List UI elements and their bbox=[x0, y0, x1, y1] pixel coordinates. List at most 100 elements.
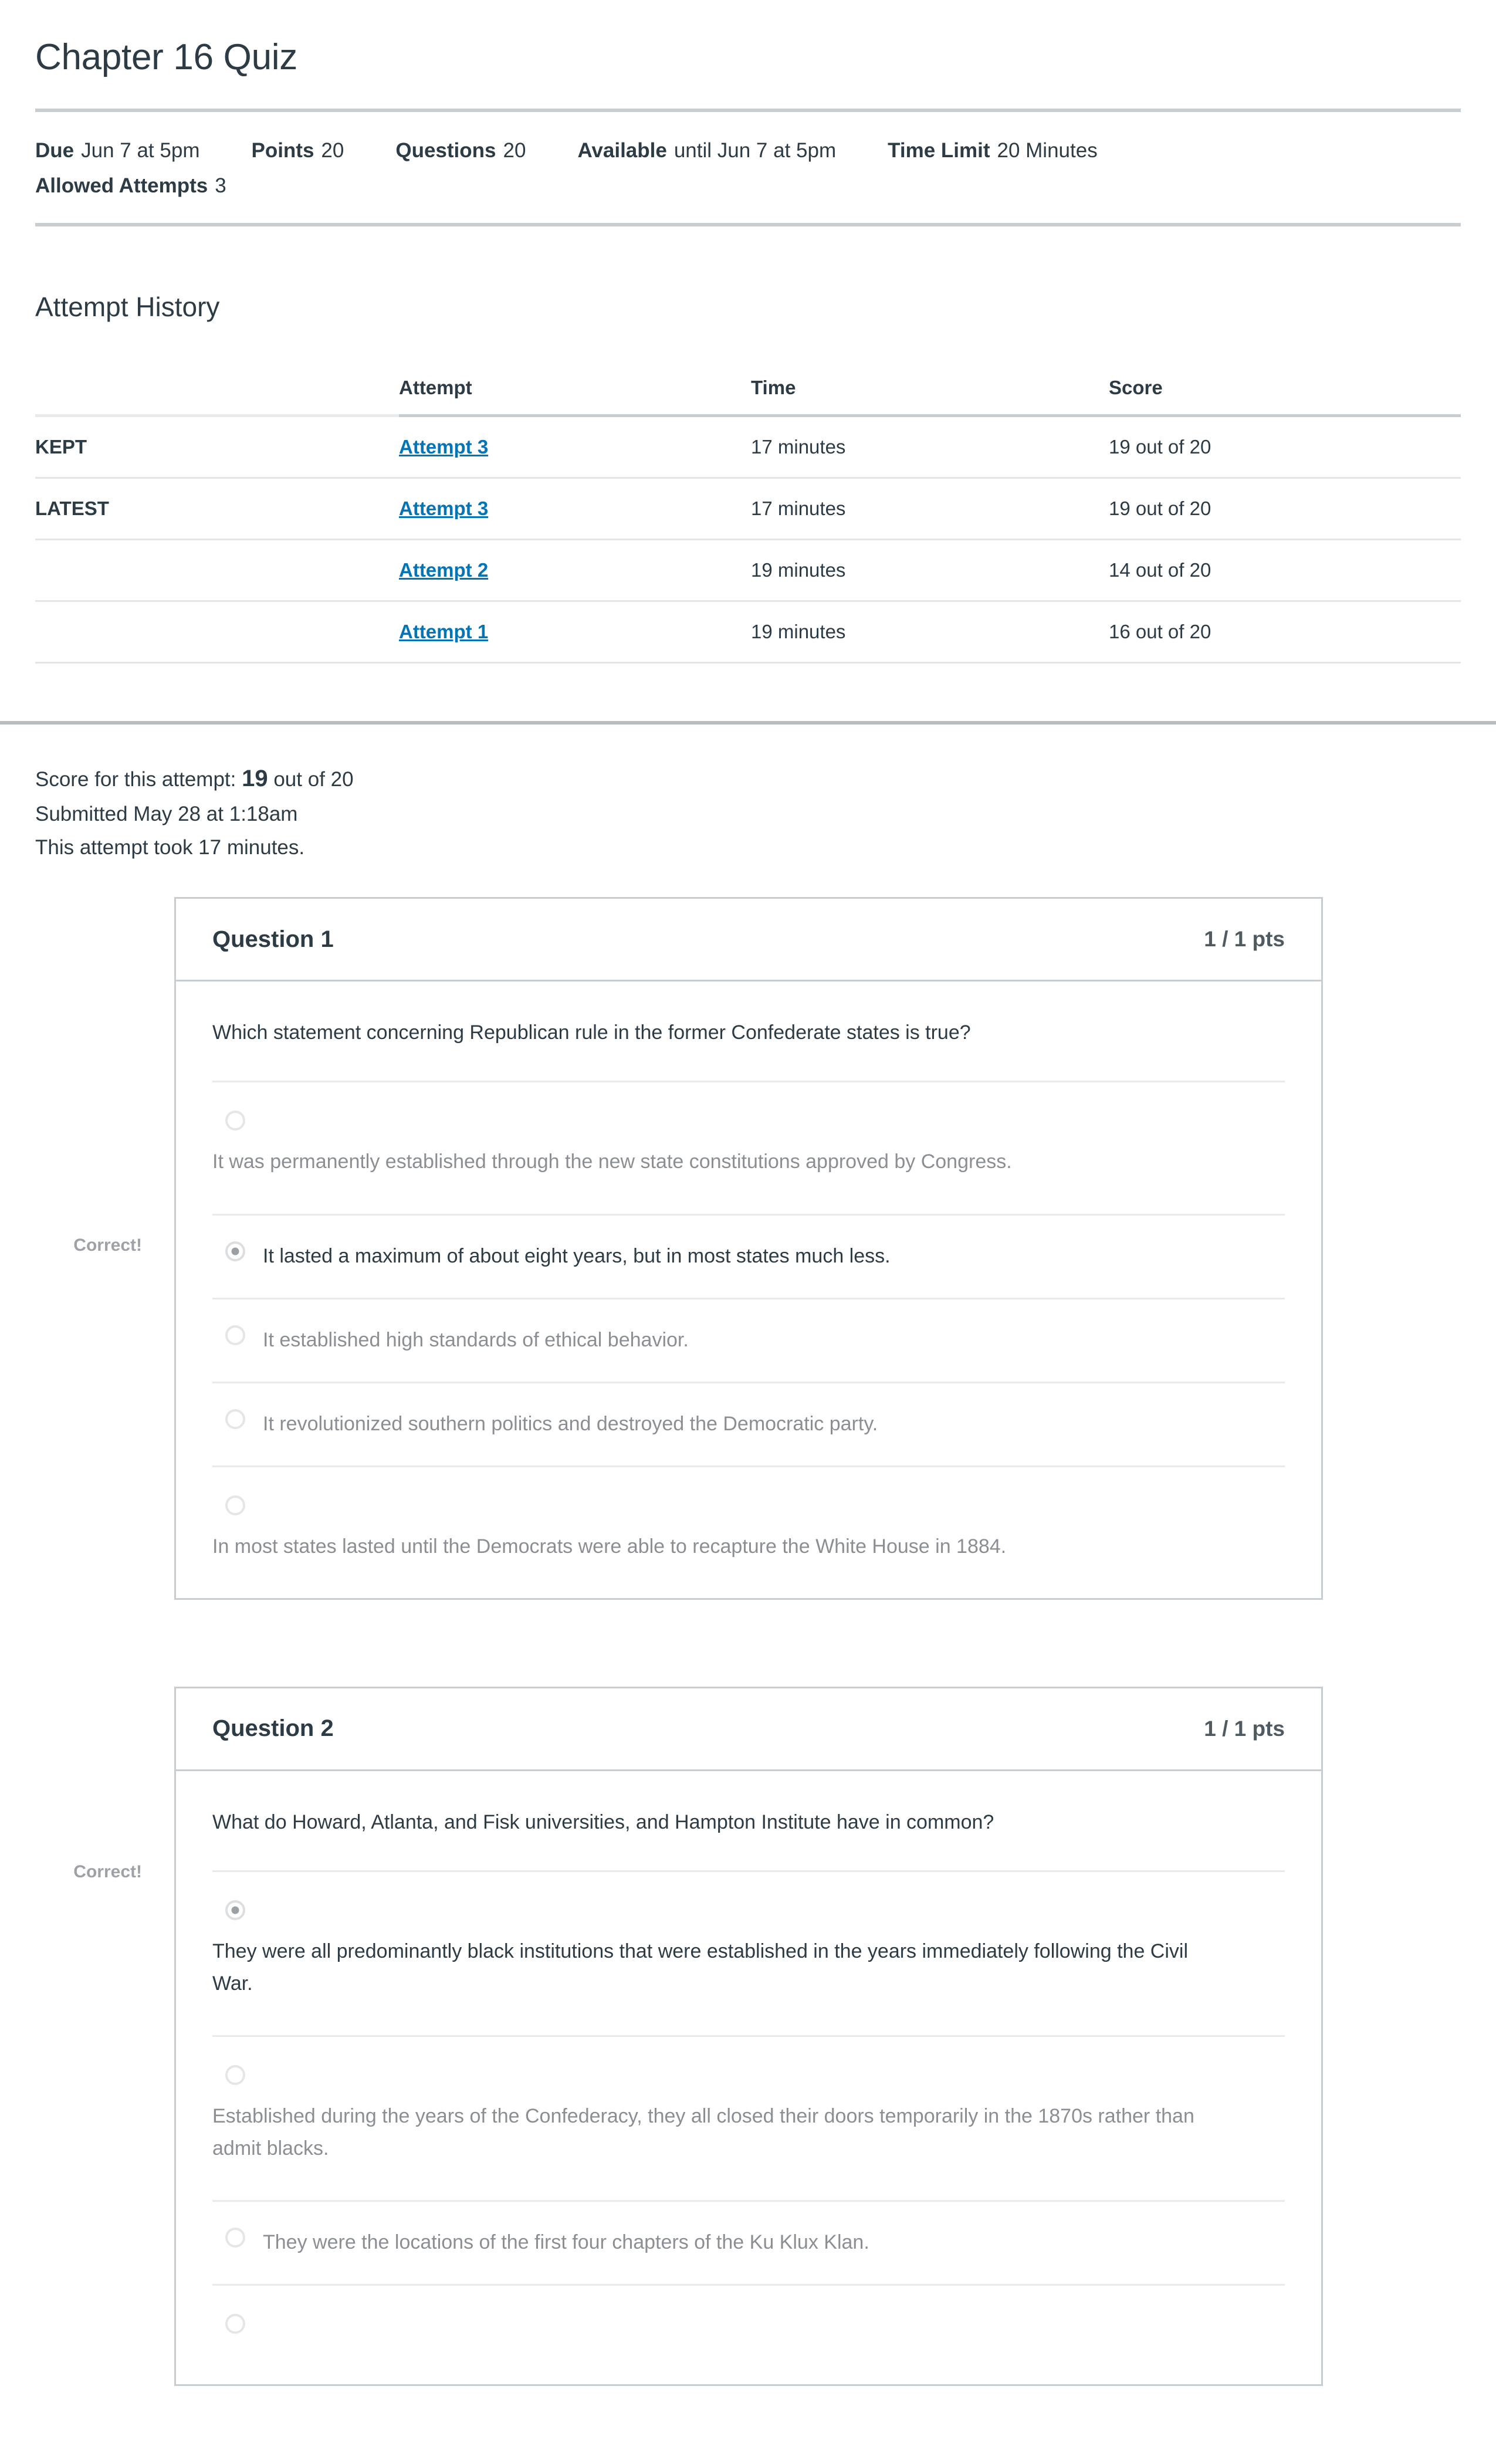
questions-list: Correct! Question 1 1 / 1 pts Which stat… bbox=[0, 897, 1496, 2386]
radio-button-icon[interactable] bbox=[225, 2313, 245, 2334]
attempt-link[interactable]: Attempt 3 bbox=[399, 436, 488, 458]
question-box-2: Question 2 1 / 1 pts What do Howard, Atl… bbox=[174, 1686, 1323, 2386]
attempt-cell: Attempt 3 bbox=[399, 415, 751, 479]
quiz-results-page: Chapter 16 Quiz Due Jun 7 at 5pm Points 20… bbox=[0, 0, 1496, 2386]
question-2-answers: They were all predominantly black instit… bbox=[176, 1870, 1321, 2384]
meta-points-value: 20 bbox=[321, 139, 344, 163]
attempt-link[interactable]: Attempt 2 bbox=[399, 559, 488, 581]
attempt-score: 19 out of 20 bbox=[1109, 478, 1461, 541]
table-header-score: Score bbox=[1109, 377, 1461, 418]
meta-allowed-attempts-value: 3 bbox=[215, 174, 226, 197]
table-row: KEPT Attempt 3 17 minutes 19 out of 20 bbox=[35, 415, 1461, 479]
meta-time-limit: Time Limit 20 Minutes bbox=[888, 133, 1098, 168]
table-row: Attempt 1 19 minutes 16 out of 20 bbox=[35, 601, 1461, 664]
quiz-meta-row-1: Due Jun 7 at 5pm Points 20 Questions 20 Ava… bbox=[35, 133, 1461, 168]
radio-button-icon[interactable] bbox=[225, 1111, 245, 1131]
answer-text: It lasted a maximum of about eight years… bbox=[263, 1244, 891, 1267]
attempt-summary: Score for this attempt: 19 out of 20 Sub… bbox=[0, 725, 1496, 864]
question-box-1: Question 1 1 / 1 pts Which statement con… bbox=[174, 897, 1323, 1600]
answer-option[interactable] bbox=[212, 2283, 1285, 2384]
attempt-time: 19 minutes bbox=[751, 601, 1109, 664]
answer-option[interactable]: In most states lasted until the Democrat… bbox=[212, 1465, 1285, 1598]
question-1-answers: It was permanently established through t… bbox=[176, 1081, 1321, 1597]
question-wrapper-2: Correct! Question 2 1 / 1 pts What do Ho… bbox=[0, 1686, 1496, 2386]
question-2-header: Question 2 1 / 1 pts bbox=[176, 1688, 1321, 1771]
answer-text: It revolutionized southern politics and … bbox=[263, 1412, 878, 1435]
table-header-time: Time bbox=[751, 377, 1109, 418]
radio-button-icon[interactable] bbox=[225, 1325, 245, 1345]
question-wrapper-1: Correct! Question 1 1 / 1 pts Which stat… bbox=[0, 897, 1496, 1600]
attempt-cell: Attempt 1 bbox=[399, 601, 751, 664]
question-1-name: Question 1 bbox=[212, 926, 334, 952]
radio-button-icon[interactable] bbox=[225, 1495, 245, 1515]
meta-available-value: until Jun 7 at 5pm bbox=[673, 139, 837, 163]
answer-text: Established during the years of the Conf… bbox=[212, 2104, 1194, 2160]
summary-score-line: Score for this attempt: 19 out of 20 bbox=[35, 760, 1461, 798]
attempt-tag: LATEST bbox=[35, 478, 399, 541]
quiz-header: Chapter 16 Quiz bbox=[0, 0, 1496, 78]
question-1-text: Which statement concerning Republican ru… bbox=[212, 1021, 971, 1044]
table-header-attempt: Attempt bbox=[399, 377, 751, 418]
meta-available: Available until Jun 7 at 5pm bbox=[577, 133, 836, 168]
meta-due: Due Jun 7 at 5pm bbox=[35, 133, 199, 168]
page-title: Chapter 16 Quiz bbox=[35, 37, 297, 77]
answer-text: It established high standards of ethical… bbox=[263, 1328, 689, 1351]
answer-option[interactable]: It lasted a maximum of about eight years… bbox=[212, 1213, 1285, 1298]
attempt-cell: Attempt 2 bbox=[399, 539, 751, 603]
attempt-history-heading: Attempt History bbox=[35, 292, 220, 323]
attempt-link[interactable]: Attempt 1 bbox=[399, 621, 488, 642]
radio-button-icon[interactable] bbox=[225, 2064, 245, 2085]
question-2-correct-marker: Correct! bbox=[73, 1861, 142, 1881]
summary-score-prefix: Score for this attempt: bbox=[35, 768, 236, 791]
attempt-time: 19 minutes bbox=[751, 539, 1109, 603]
question-2-text: What do Howard, Atlanta, and Fisk univer… bbox=[212, 1810, 994, 1833]
meta-questions-value: 20 bbox=[503, 139, 526, 163]
table-row: Attempt 2 19 minutes 14 out of 20 bbox=[35, 539, 1461, 603]
question-2-points: 1 / 1 pts bbox=[1204, 1716, 1285, 1741]
attempt-score: 14 out of 20 bbox=[1109, 539, 1461, 603]
answer-option[interactable]: It was permanently established through t… bbox=[212, 1081, 1285, 1213]
table-header-blank bbox=[35, 377, 399, 418]
meta-due-value: Jun 7 at 5pm bbox=[81, 139, 200, 163]
answer-text: They were the locations of the first fou… bbox=[263, 2231, 869, 2253]
summary-duration: This attempt took 17 minutes. bbox=[35, 835, 305, 859]
meta-available-label: Available bbox=[577, 139, 667, 163]
answer-text: It was permanently established through t… bbox=[212, 1150, 1012, 1173]
radio-button-selected-icon[interactable] bbox=[225, 1241, 245, 1261]
answer-text: They were all predominantly black instit… bbox=[212, 1940, 1189, 1995]
answer-option[interactable]: Established during the years of the Conf… bbox=[212, 2035, 1285, 2200]
summary-score-suffix: out of 20 bbox=[273, 768, 354, 791]
question-1-points: 1 / 1 pts bbox=[1204, 927, 1285, 952]
meta-allowed-attempts-label: Allowed Attempts bbox=[35, 174, 208, 197]
meta-points-label: Points bbox=[251, 139, 314, 163]
question-2-name: Question 2 bbox=[212, 1715, 334, 1742]
answer-option[interactable]: It established high standards of ethical… bbox=[212, 1297, 1285, 1382]
meta-questions: Questions 20 bbox=[395, 133, 526, 168]
radio-button-selected-icon[interactable] bbox=[225, 1900, 245, 1920]
meta-time-limit-label: Time Limit bbox=[888, 139, 990, 163]
attempt-cell: Attempt 3 bbox=[399, 478, 751, 541]
attempt-history-section: Attempt History Attempt Time Score KEPT … bbox=[0, 226, 1496, 664]
meta-points: Points 20 bbox=[251, 133, 344, 168]
answer-option[interactable]: It revolutionized southern politics and … bbox=[212, 1381, 1285, 1465]
quiz-meta-row-2: Allowed Attempts 3 bbox=[35, 168, 1461, 204]
attempt-time: 17 minutes bbox=[751, 478, 1109, 541]
answer-option[interactable]: They were the locations of the first fou… bbox=[212, 2199, 1285, 2284]
summary-score-value: 19 bbox=[242, 766, 268, 792]
attempt-link[interactable]: Attempt 3 bbox=[399, 497, 488, 519]
answer-option[interactable]: They were all predominantly black instit… bbox=[212, 1870, 1285, 2035]
meta-allowed-attempts: Allowed Attempts 3 bbox=[35, 168, 226, 204]
attempt-time: 17 minutes bbox=[751, 415, 1109, 479]
table-header-row: Attempt Time Score bbox=[35, 377, 1461, 418]
meta-questions-label: Questions bbox=[395, 139, 496, 163]
attempt-tag bbox=[35, 539, 399, 603]
meta-due-label: Due bbox=[35, 139, 75, 163]
question-1-header: Question 1 1 / 1 pts bbox=[176, 899, 1321, 982]
summary-submitted: Submitted May 28 at 1:18am bbox=[35, 803, 298, 826]
radio-button-icon[interactable] bbox=[225, 2227, 245, 2248]
meta-time-limit-value: 20 Minutes bbox=[997, 139, 1098, 163]
attempt-history-table: Attempt Time Score KEPT Attempt 3 17 min… bbox=[35, 377, 1461, 664]
answer-text: In most states lasted until the Democrat… bbox=[212, 1535, 1007, 1558]
attempt-score: 16 out of 20 bbox=[1109, 601, 1461, 664]
radio-button-icon[interactable] bbox=[225, 1409, 245, 1429]
